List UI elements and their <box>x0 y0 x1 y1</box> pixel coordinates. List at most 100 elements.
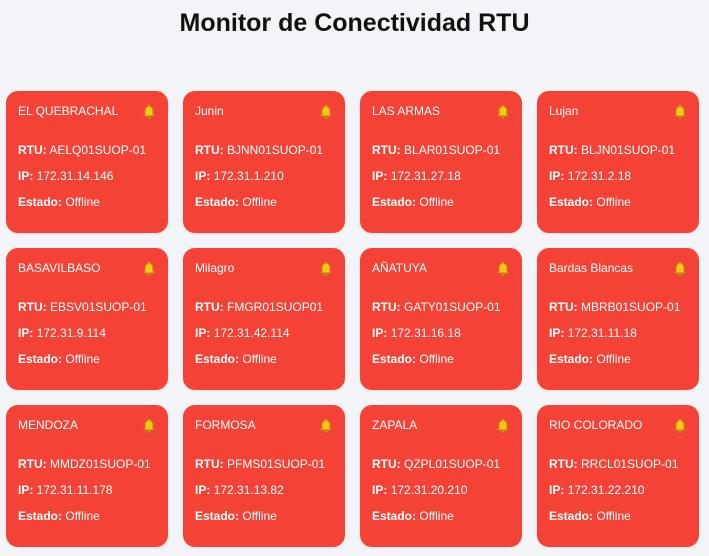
ip-value: 172.31.14.146 <box>36 169 114 183</box>
ip-value: 172.31.27.18 <box>390 169 461 183</box>
rtu-station-name: FORMOSA <box>195 418 256 432</box>
rtu-label: RTU: <box>195 143 224 157</box>
ip-row: IP: 172.31.13.82 <box>195 483 284 497</box>
status-row: Estado: Offline <box>372 352 454 366</box>
ip-row: IP: 172.31.11.18 <box>549 326 637 340</box>
ip-row: IP: 172.31.42.114 <box>195 326 290 340</box>
status-row: Estado: Offline <box>549 509 631 523</box>
ip-row: IP: 172.31.1.210 <box>195 169 284 183</box>
ip-value: 172.31.2.18 <box>567 169 632 183</box>
rtu-station-name: Lujan <box>549 104 579 118</box>
status-label: Estado: <box>195 195 240 209</box>
rtu-card-1[interactable]: Junin RTU: BJNN01SUOP-01 IP: 172.31.1.21… <box>183 91 345 233</box>
status-value: Offline <box>419 509 454 523</box>
ip-row: IP: 172.31.2.18 <box>549 169 631 183</box>
bell-icon[interactable] <box>673 104 687 120</box>
status-label: Estado: <box>549 352 594 366</box>
rtu-id-row: RTU: QZPL01SUOP-01 <box>372 457 500 471</box>
rtu-id-value: BLAR01SUOP-01 <box>404 143 501 157</box>
rtu-card-4[interactable]: BASAVILBASO RTU: EBSV01SUOP-01 IP: 172.3… <box>6 248 168 390</box>
status-value: Offline <box>596 195 631 209</box>
rtu-label: RTU: <box>18 300 47 314</box>
rtu-id-value: RRCL01SUOP-01 <box>581 457 679 471</box>
ip-value: 172.31.42.114 <box>213 326 290 340</box>
rtu-grid: EL QUEBRACHAL RTU: AELQ01SUOP-01 IP: 172… <box>6 91 699 547</box>
rtu-id-value: MBRB01SUOP-01 <box>581 300 681 314</box>
bell-icon[interactable] <box>496 418 510 434</box>
status-value: Offline <box>596 352 631 366</box>
status-value: Offline <box>419 352 454 366</box>
bell-icon[interactable] <box>142 261 156 277</box>
rtu-id-value: AELQ01SUOP-01 <box>49 143 147 157</box>
bell-icon[interactable] <box>142 104 156 120</box>
rtu-label: RTU: <box>18 143 47 157</box>
rtu-id-value: QZPL01SUOP-01 <box>404 457 501 471</box>
rtu-card-8[interactable]: MENDOZA RTU: MMDZ01SUOP-01 IP: 172.31.11… <box>6 405 168 547</box>
ip-row: IP: 172.31.27.18 <box>372 169 461 183</box>
ip-value: 172.31.13.82 <box>213 483 284 497</box>
rtu-label: RTU: <box>549 143 578 157</box>
rtu-card-3[interactable]: Lujan RTU: BLJN01SUOP-01 IP: 172.31.2.18… <box>537 91 699 233</box>
rtu-card-7[interactable]: Bardas Blancas RTU: MBRB01SUOP-01 IP: 17… <box>537 248 699 390</box>
rtu-id-row: RTU: AELQ01SUOP-01 <box>18 143 146 157</box>
bell-icon[interactable] <box>142 418 156 434</box>
rtu-id-value: BLJN01SUOP-01 <box>581 143 676 157</box>
status-label: Estado: <box>18 509 63 523</box>
rtu-card-6[interactable]: AÑATUYA RTU: GATY01SUOP-01 IP: 172.31.16… <box>360 248 522 390</box>
rtu-id-row: RTU: BJNN01SUOP-01 <box>195 143 323 157</box>
status-row: Estado: Offline <box>372 509 454 523</box>
ip-label: IP: <box>372 326 388 340</box>
ip-label: IP: <box>195 169 211 183</box>
ip-row: IP: 172.31.20.210 <box>372 483 467 497</box>
ip-value: 172.31.11.178 <box>36 483 113 497</box>
rtu-id-row: RTU: MBRB01SUOP-01 <box>549 300 680 314</box>
status-row: Estado: Offline <box>195 352 277 366</box>
rtu-station-name: RIO COLORADO <box>549 418 643 432</box>
status-row: Estado: Offline <box>549 195 631 209</box>
ip-label: IP: <box>549 169 565 183</box>
bell-icon[interactable] <box>496 104 510 120</box>
ip-label: IP: <box>372 483 388 497</box>
bell-icon[interactable] <box>673 418 687 434</box>
ip-row: IP: 172.31.11.178 <box>18 483 113 497</box>
ip-row: IP: 172.31.14.146 <box>18 169 113 183</box>
rtu-id-row: RTU: FMGR01SUOP01 <box>195 300 323 314</box>
ip-value: 172.31.20.210 <box>390 483 468 497</box>
rtu-label: RTU: <box>372 300 401 314</box>
status-value: Offline <box>65 195 100 209</box>
status-value: Offline <box>242 195 277 209</box>
rtu-label: RTU: <box>195 457 224 471</box>
ip-label: IP: <box>195 483 211 497</box>
rtu-card-2[interactable]: LAS ARMAS RTU: BLAR01SUOP-01 IP: 172.31.… <box>360 91 522 233</box>
rtu-id-row: RTU: PFMS01SUOP-01 <box>195 457 325 471</box>
bell-icon[interactable] <box>319 104 333 120</box>
ip-label: IP: <box>18 326 34 340</box>
status-row: Estado: Offline <box>18 509 100 523</box>
bell-icon[interactable] <box>319 418 333 434</box>
status-value: Offline <box>65 509 100 523</box>
rtu-id-value: PFMS01SUOP-01 <box>227 457 326 471</box>
status-row: Estado: Offline <box>195 195 277 209</box>
status-row: Estado: Offline <box>18 195 100 209</box>
status-label: Estado: <box>18 195 63 209</box>
rtu-card-9[interactable]: FORMOSA RTU: PFMS01SUOP-01 IP: 172.31.13… <box>183 405 345 547</box>
rtu-card-11[interactable]: RIO COLORADO RTU: RRCL01SUOP-01 IP: 172.… <box>537 405 699 547</box>
rtu-id-value: MMDZ01SUOP-01 <box>50 457 151 471</box>
bell-icon[interactable] <box>319 261 333 277</box>
status-label: Estado: <box>372 352 417 366</box>
ip-value: 172.31.11.18 <box>567 326 637 340</box>
rtu-id-value: GATY01SUOP-01 <box>404 300 501 314</box>
rtu-station-name: MENDOZA <box>18 418 78 432</box>
rtu-card-10[interactable]: ZAPALA RTU: QZPL01SUOP-01 IP: 172.31.20.… <box>360 405 522 547</box>
rtu-station-name: AÑATUYA <box>372 261 427 275</box>
status-value: Offline <box>596 509 631 523</box>
status-row: Estado: Offline <box>372 195 454 209</box>
status-label: Estado: <box>549 509 594 523</box>
status-label: Estado: <box>18 352 63 366</box>
rtu-card-5[interactable]: Milagro RTU: FMGR01SUOP01 IP: 172.31.42.… <box>183 248 345 390</box>
bell-icon[interactable] <box>673 261 687 277</box>
status-row: Estado: Offline <box>549 352 631 366</box>
bell-icon[interactable] <box>496 261 510 277</box>
rtu-label: RTU: <box>549 457 578 471</box>
rtu-card-0[interactable]: EL QUEBRACHAL RTU: AELQ01SUOP-01 IP: 172… <box>6 91 168 233</box>
